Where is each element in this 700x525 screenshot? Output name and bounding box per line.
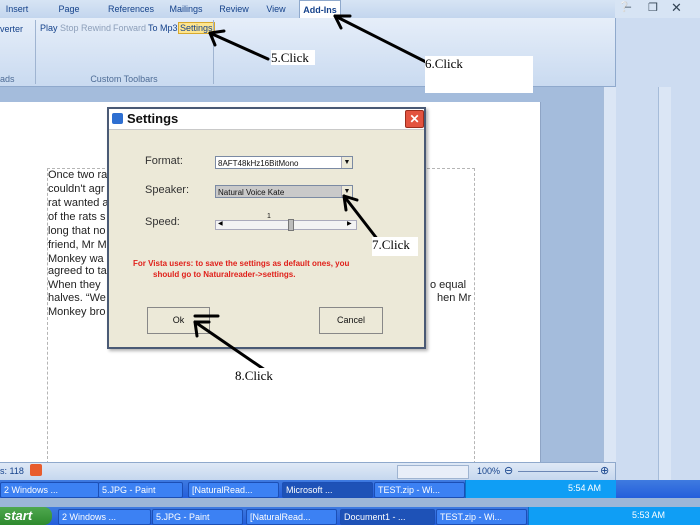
arrow-to-settings bbox=[208, 31, 270, 61]
step7-callout: 7.Click bbox=[372, 237, 418, 256]
arrow-to-ok bbox=[193, 320, 267, 372]
arrow-to-add-ins bbox=[333, 14, 430, 65]
arrow-to-speaker bbox=[342, 194, 380, 242]
step5-callout: 5.Click bbox=[271, 50, 315, 65]
step8-callout: 8.Click bbox=[235, 368, 285, 384]
annotation-arrows bbox=[193, 14, 430, 372]
step6-callout: 6.Click bbox=[425, 56, 533, 93]
